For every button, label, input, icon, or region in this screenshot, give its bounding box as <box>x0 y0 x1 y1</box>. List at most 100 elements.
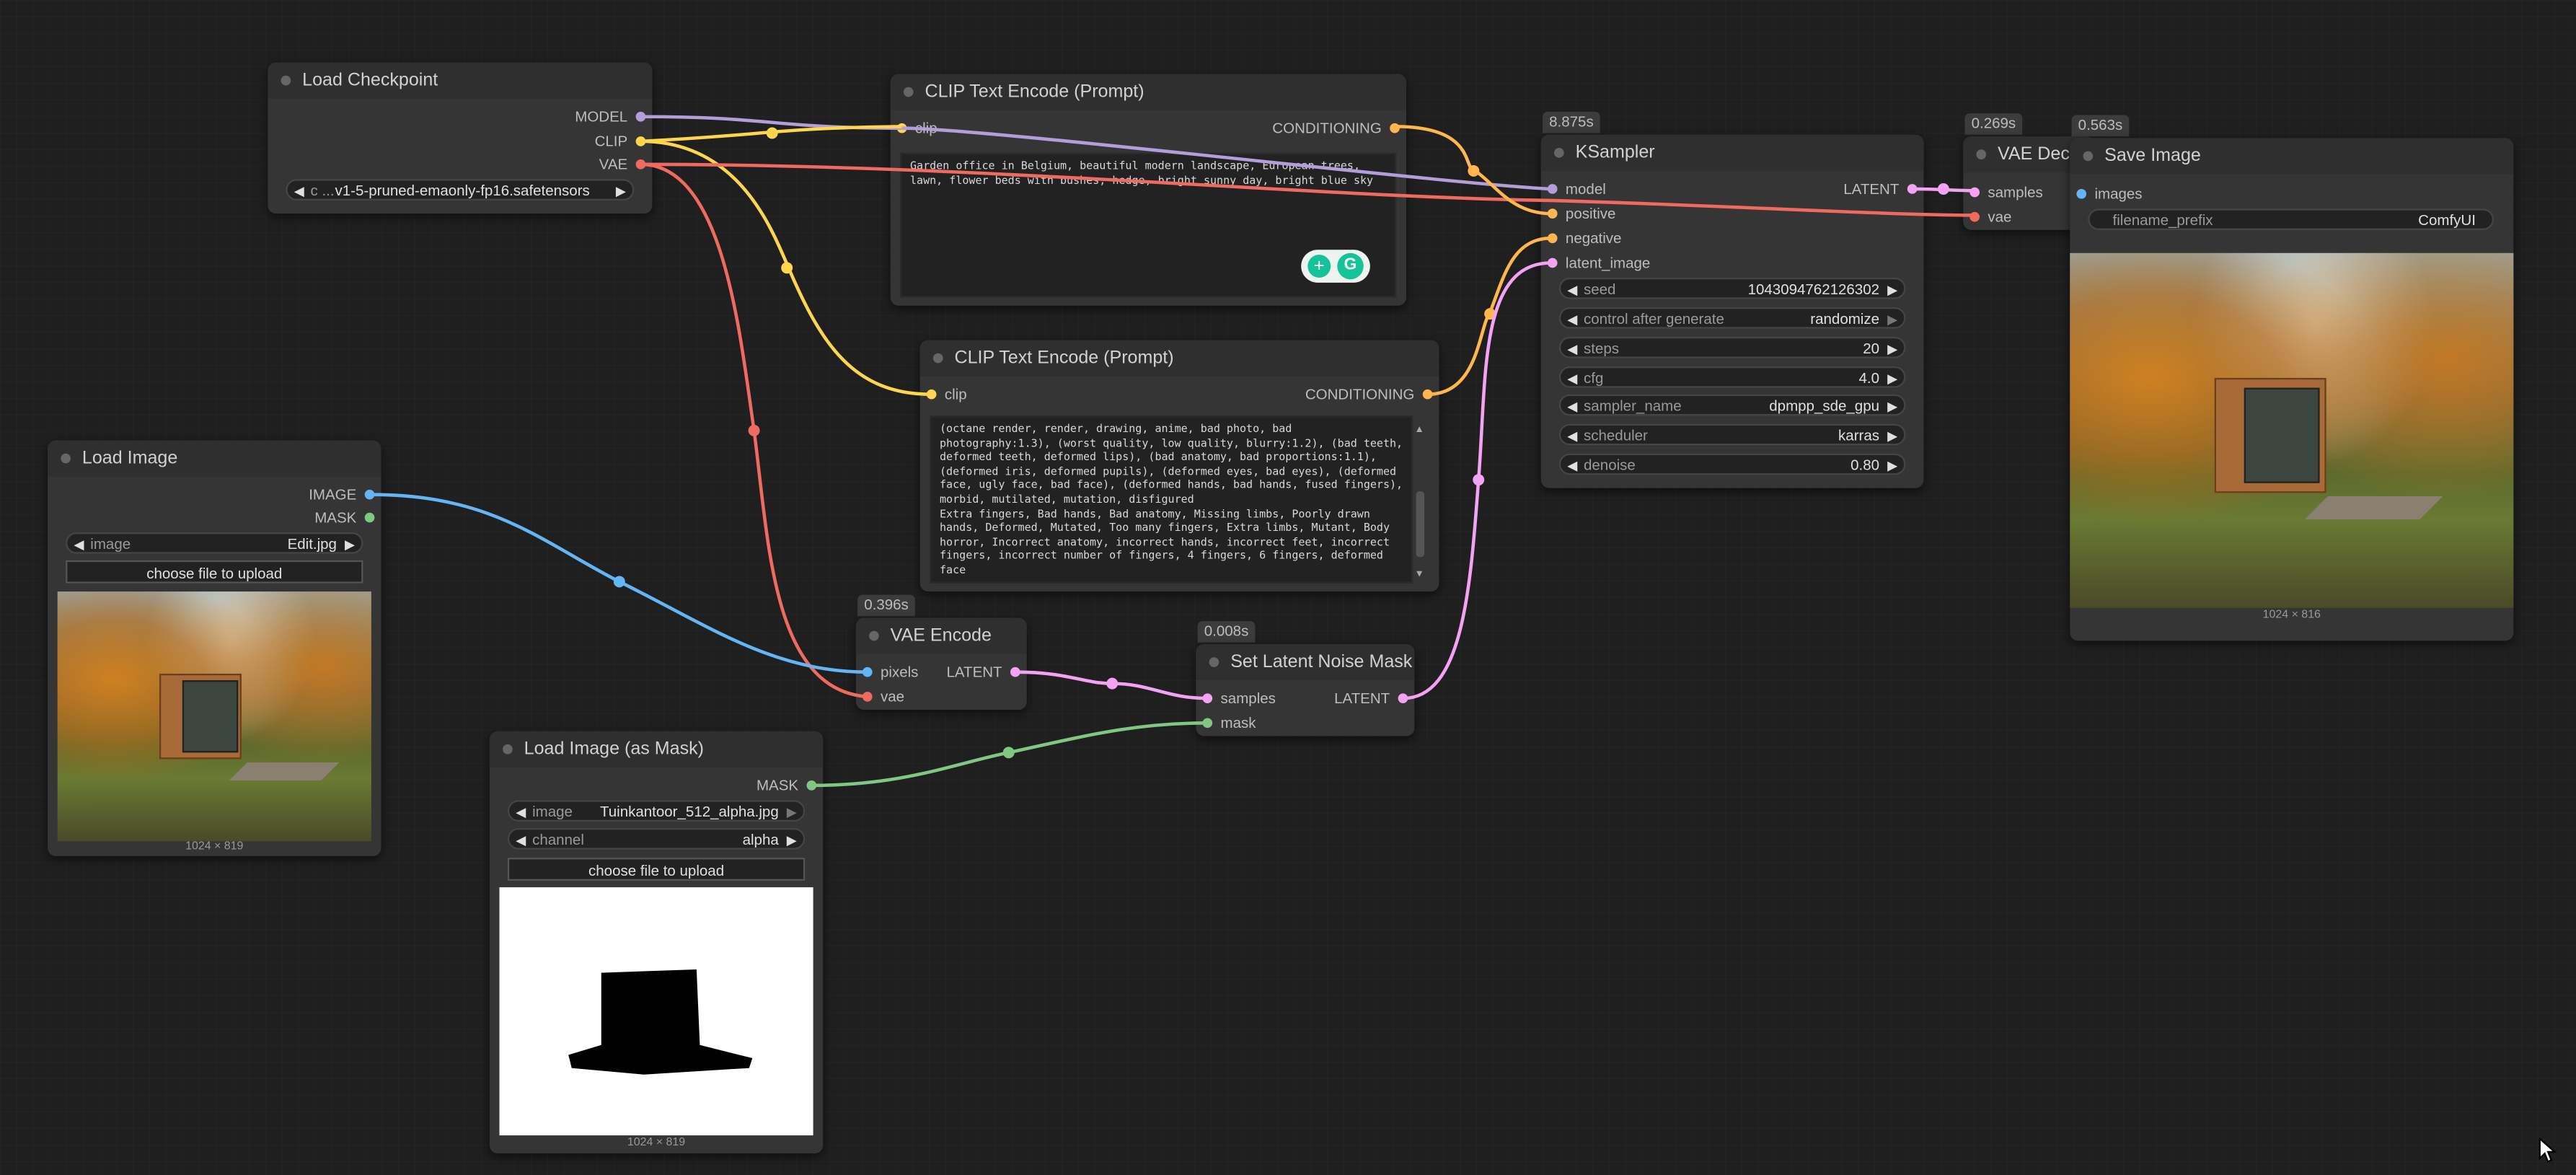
node-set-latent-noise-mask[interactable]: Set Latent Noise Mask samples mask LATEN… <box>1196 643 1415 736</box>
textarea-scrollbar[interactable]: ▲ ▼ <box>1414 426 1425 580</box>
collapse-dot-icon[interactable] <box>61 453 71 464</box>
input-vae[interactable]: vae <box>862 687 904 706</box>
input-mask[interactable]: mask <box>1202 713 1256 733</box>
slot-pin-icon[interactable] <box>1907 184 1918 194</box>
input-latent-image[interactable]: latent_image <box>1547 253 1650 273</box>
collapse-dot-icon[interactable] <box>2083 151 2094 162</box>
input-vae[interactable]: vae <box>1970 207 2011 226</box>
node-load-image-as-mask[interactable]: Load Image (as Mask) MASK ◀ image Tuinkant… <box>489 731 824 1154</box>
collapse-dot-icon[interactable] <box>281 75 291 86</box>
arrow-left-icon[interactable]: ◀ <box>516 802 526 824</box>
node-header[interactable]: CLIP Text Encode (Prompt) <box>890 74 1406 110</box>
arrow-right-icon[interactable]: ▶ <box>1887 338 1897 360</box>
filename-prefix-widget[interactable]: filename_prefix ComfyUI <box>2088 208 2495 230</box>
node-vae-encode[interactable]: VAE Encode pixels vae LATENT <box>855 617 1027 710</box>
sampler-name-widget[interactable]: ◀ sampler_name dpmpp_sde_gpu ▶ <box>1558 394 1906 418</box>
node-load-checkpoint[interactable]: Load Checkpoint MODEL CLIP VAE ◀ c ... v… <box>268 62 653 214</box>
slot-pin-icon[interactable] <box>862 692 873 702</box>
node-header[interactable]: Load Image (as Mask) <box>489 731 824 767</box>
image-select-widget[interactable]: ◀ image Tuinkantoor_512_alpha.jpg ▶ <box>507 800 806 824</box>
output-mask[interactable]: MASK <box>314 508 375 527</box>
slot-pin-icon[interactable] <box>635 111 646 122</box>
grammarly-icon[interactable]: + G <box>1301 250 1370 283</box>
node-header[interactable]: Load Checkpoint <box>268 62 653 99</box>
slot-pin-icon[interactable] <box>364 489 375 500</box>
arrow-left-icon[interactable]: ◀ <box>1567 309 1577 330</box>
input-negative[interactable]: negative <box>1547 229 1621 248</box>
node-clip-text-encode-negative[interactable]: CLIP Text Encode (Prompt) clip CONDITION… <box>919 340 1439 592</box>
scroll-up-icon[interactable]: ▲ <box>1414 426 1424 436</box>
output-latent[interactable]: LATENT <box>946 662 1020 682</box>
slot-pin-icon[interactable] <box>1547 184 1558 194</box>
arrow-left-icon[interactable]: ◀ <box>294 181 304 203</box>
node-load-image[interactable]: Load Image IMAGE MASK ◀ image Edit.jpg ▶ ch… <box>48 440 381 856</box>
output-model[interactable]: MODEL <box>575 107 646 126</box>
slot-pin-icon[interactable] <box>1970 211 1980 222</box>
slot-pin-icon[interactable] <box>635 136 646 146</box>
input-samples[interactable]: samples <box>1202 688 1276 708</box>
node-header[interactable]: VAE Encode <box>855 617 1027 654</box>
input-samples[interactable]: samples <box>1970 182 2043 202</box>
arrow-left-icon[interactable]: ◀ <box>516 829 526 851</box>
output-latent[interactable]: LATENT <box>1334 688 1408 708</box>
slot-pin-icon[interactable] <box>364 512 375 523</box>
seed-widget[interactable]: ◀ seed 1043094762126302 ▶ <box>1558 277 1906 301</box>
ckpt-name-widget[interactable]: ◀ c ... v1-5-pruned-emaonly-fp16.safeten… <box>286 179 635 203</box>
slot-pin-icon[interactable] <box>896 123 907 133</box>
arrow-right-icon[interactable]: ▶ <box>787 802 797 824</box>
output-latent[interactable]: LATENT <box>1843 179 1918 198</box>
output-conditioning[interactable]: CONDITIONING <box>1272 118 1400 138</box>
slot-pin-icon[interactable] <box>1422 389 1433 400</box>
prompt-textarea[interactable]: (octane render, render, drawing, anime, … <box>930 415 1413 584</box>
arrow-right-icon[interactable]: ▶ <box>1887 368 1897 390</box>
slot-pin-icon[interactable] <box>2076 188 2087 199</box>
collapse-dot-icon[interactable] <box>1209 657 1219 667</box>
node-header[interactable]: Set Latent Noise Mask <box>1196 643 1415 681</box>
slot-pin-icon[interactable] <box>635 159 646 170</box>
arrow-left-icon[interactable]: ◀ <box>1567 338 1577 360</box>
arrow-left-icon[interactable]: ◀ <box>1567 396 1577 418</box>
input-model[interactable]: model <box>1547 179 1606 198</box>
denoise-widget[interactable]: ◀ denoise 0.80 ▶ <box>1558 453 1906 475</box>
image-select-widget[interactable]: ◀ image Edit.jpg ▶ <box>66 532 363 554</box>
arrow-left-icon[interactable]: ◀ <box>1567 368 1577 390</box>
collapse-dot-icon[interactable] <box>1976 149 1987 159</box>
input-clip[interactable]: clip <box>896 118 938 138</box>
output-image[interactable]: IMAGE <box>309 485 375 504</box>
slot-pin-icon[interactable] <box>1547 233 1558 244</box>
slot-pin-icon[interactable] <box>1398 693 1408 703</box>
control-after-generate-widget[interactable]: ◀ control after generate randomize ▶ <box>1558 307 1906 330</box>
slot-pin-icon[interactable] <box>1970 187 1980 198</box>
node-ksampler[interactable]: KSampler model positive negative latent_… <box>1540 134 1924 488</box>
node-graph-canvas[interactable]: Load Checkpoint MODEL CLIP VAE ◀ c ... v… <box>0 0 2576 1175</box>
output-clip[interactable]: CLIP <box>595 131 646 151</box>
arrow-right-icon[interactable]: ▶ <box>1887 309 1897 330</box>
scroll-thumb[interactable] <box>1416 491 1425 558</box>
scheduler-widget[interactable]: ◀ scheduler karras ▶ <box>1558 423 1906 447</box>
node-header[interactable]: KSampler <box>1540 134 1924 171</box>
arrow-right-icon[interactable]: ▶ <box>345 534 355 555</box>
arrow-right-icon[interactable]: ▶ <box>1887 426 1897 447</box>
slot-pin-icon[interactable] <box>1010 666 1020 677</box>
slot-pin-icon[interactable] <box>1202 693 1213 703</box>
slot-pin-icon[interactable] <box>1202 718 1213 729</box>
collapse-dot-icon[interactable] <box>869 630 879 641</box>
channel-select-widget[interactable]: ◀ channel alpha ▶ <box>507 828 806 851</box>
output-vae[interactable]: VAE <box>599 154 646 174</box>
output-conditioning[interactable]: CONDITIONING <box>1305 384 1433 404</box>
slot-pin-icon[interactable] <box>926 389 937 400</box>
slot-pin-icon[interactable] <box>1547 208 1558 219</box>
arrow-right-icon[interactable]: ▶ <box>1887 396 1897 418</box>
input-images[interactable]: images <box>2076 184 2143 203</box>
slot-pin-icon[interactable] <box>1547 258 1558 268</box>
node-header[interactable]: Save Image <box>2070 138 2514 175</box>
arrow-right-icon[interactable]: ▶ <box>787 829 797 851</box>
input-pixels[interactable]: pixels <box>862 662 918 682</box>
arrow-right-icon[interactable]: ▶ <box>1887 279 1897 301</box>
input-clip[interactable]: clip <box>926 384 967 404</box>
node-header[interactable]: Load Image <box>48 440 381 477</box>
collapse-dot-icon[interactable] <box>1553 148 1564 158</box>
collapse-dot-icon[interactable] <box>932 353 943 364</box>
node-save-image[interactable]: Save Image images filename_prefix ComfyUI… <box>2070 138 2514 641</box>
upload-button[interactable]: choose file to upload <box>507 858 806 881</box>
